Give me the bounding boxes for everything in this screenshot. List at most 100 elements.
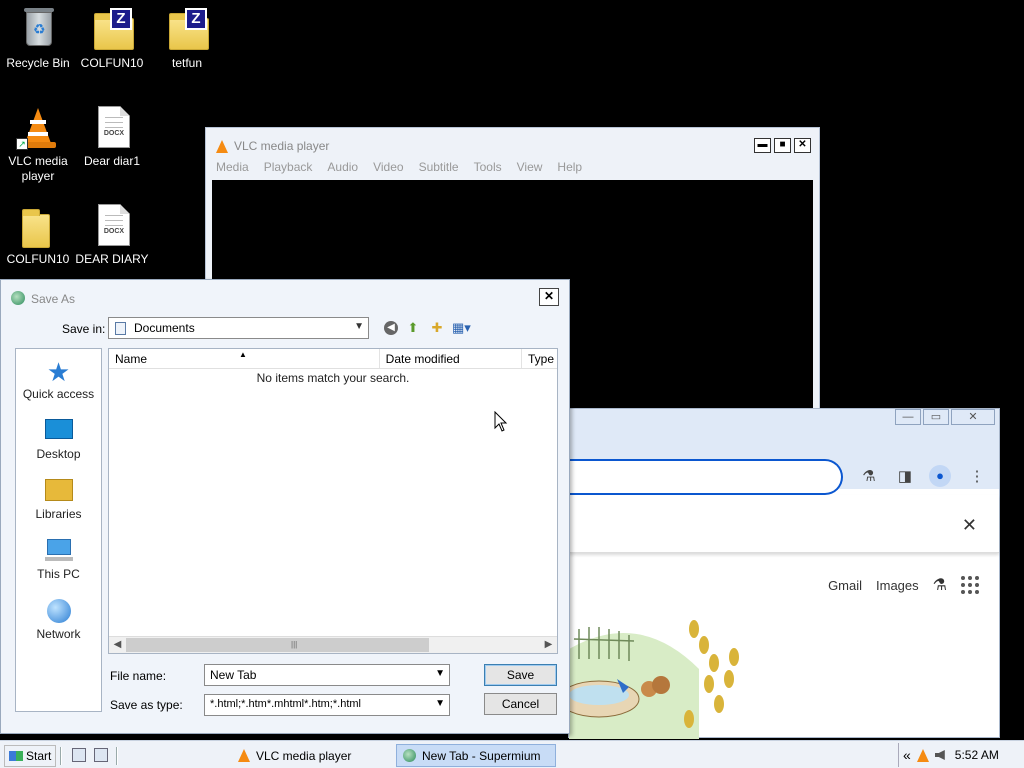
column-type[interactable]: Type <box>522 349 557 368</box>
horizontal-scrollbar[interactable]: ◀ ||| ▶ <box>109 636 557 653</box>
minimize-button[interactable]: ▬ <box>754 138 771 153</box>
star-icon: ★ <box>46 357 71 387</box>
chevron-down-icon[interactable]: ▼ <box>435 698 445 709</box>
menu-subtitle[interactable]: Subtitle <box>419 160 459 174</box>
maximize-button[interactable]: ■ <box>774 138 791 153</box>
network-globe-icon <box>45 599 73 625</box>
vlc-icon <box>216 139 228 153</box>
vlc-title: VLC media player <box>234 139 330 153</box>
start-button[interactable]: Start <box>4 745 57 767</box>
folder-zip-icon: Z <box>165 8 209 52</box>
task-label: VLC media player <box>256 748 352 763</box>
chevron-down-icon[interactable]: ▼ <box>435 668 445 679</box>
desktop-icon-colfun10-zip[interactable]: Z COLFUN10 <box>74 8 150 71</box>
save-as-type-dropdown[interactable]: *.html;*.htm*.mhtml*.htm;*.html ▼ <box>204 694 450 716</box>
taskbar-item-browser[interactable]: New Tab - Supermium <box>396 744 556 767</box>
save-as-type-value: *.html;*.htm*.mhtml*.htm;*.html <box>210 698 361 710</box>
desktop-icon-recycle-bin[interactable]: ♻ Recycle Bin <box>0 8 76 71</box>
file-list-header: Name Date modified Type ▲ <box>109 349 557 369</box>
desktop-icon-label: DEAR DIARY <box>75 252 149 266</box>
view-menu-icon[interactable]: ▦▾ <box>452 320 471 336</box>
vlc-tray-icon[interactable] <box>916 748 929 762</box>
save-as-dialog: Save As ✕ Save in: Documents ▼ ◀ ⬆ ✚ ▦▾ … <box>0 279 570 734</box>
menu-view[interactable]: View <box>517 160 543 174</box>
system-tray: « 5:52 AM <box>898 743 1024 767</box>
file-name-input[interactable]: New Tab ▼ <box>204 664 450 686</box>
column-date-modified[interactable]: Date modified <box>380 349 522 368</box>
menu-kebab-icon[interactable]: ⋮ <box>965 465 989 489</box>
save-as-type-label: Save as type: <box>110 698 183 712</box>
scroll-right-icon[interactable]: ▶ <box>541 638 556 652</box>
places-bar: ★ Quick access Desktop Libraries This PC… <box>15 348 102 712</box>
menu-audio[interactable]: Audio <box>327 160 358 174</box>
desktop-icon-colfun10-folder[interactable]: COLFUN10 <box>0 204 76 267</box>
tray-chevron-icon[interactable]: « <box>903 747 911 763</box>
place-quick-access[interactable]: ★ Quick access <box>16 349 101 409</box>
vlc-icon <box>238 749 250 762</box>
info-bar-close-icon[interactable]: ✕ <box>962 515 977 536</box>
new-folder-icon[interactable]: ✚ <box>428 320 446 336</box>
dialog-close-button[interactable]: ✕ <box>539 288 559 306</box>
cancel-button[interactable]: Cancel <box>484 693 557 715</box>
browser-minimize-button[interactable]: — <box>895 409 921 425</box>
scroll-left-icon[interactable]: ◀ <box>110 638 125 652</box>
profile-avatar[interactable]: ● <box>929 465 953 489</box>
file-list[interactable]: Name Date modified Type ▲ No items match… <box>108 348 558 654</box>
desktop-icon-dear-diary[interactable]: DOCX DEAR DIARY <box>74 204 150 267</box>
file-name-value: New Tab <box>210 668 257 682</box>
up-folder-icon[interactable]: ⬆ <box>404 320 422 336</box>
desktop-icon-label: Dear diar1 <box>83 154 141 168</box>
desktop-icon <box>44 419 73 445</box>
docx-icon: DOCX <box>90 106 134 150</box>
place-this-pc[interactable]: This PC <box>16 529 101 589</box>
speaker-icon[interactable] <box>934 750 945 760</box>
desktop-icon-label: VLC media player <box>8 154 68 183</box>
dialog-title-bar[interactable]: Save As ✕ <box>1 280 569 316</box>
browser-close-button[interactable]: ✕ <box>951 409 995 425</box>
switch-windows-icon[interactable] <box>94 748 108 762</box>
close-button[interactable]: ✕ <box>794 138 811 153</box>
save-button[interactable]: Save <box>484 664 557 686</box>
sort-ascending-icon: ▲ <box>239 350 247 359</box>
menu-playback[interactable]: Playback <box>264 160 313 174</box>
desktop-icon-dear-diar1[interactable]: DOCX Dear diar1 <box>74 106 150 169</box>
place-libraries[interactable]: Libraries <box>16 469 101 529</box>
browser-globe-icon <box>11 291 25 305</box>
show-desktop-icon[interactable] <box>72 748 86 762</box>
info-bar <box>569 495 999 553</box>
place-label: Desktop <box>36 447 81 461</box>
browser-globe-icon <box>403 749 416 762</box>
taskbar-item-vlc[interactable]: VLC media player <box>232 744 390 767</box>
save-in-dropdown[interactable]: Documents ▼ <box>108 317 369 339</box>
side-panel-icon[interactable]: ◨ <box>893 465 917 489</box>
back-icon[interactable]: ◀ <box>384 321 398 335</box>
labs-flask-icon[interactable]: ⚗ <box>857 465 881 489</box>
desktop-icon-vlc[interactable]: ↗ VLC media player <box>0 106 76 184</box>
browser-maximize-button[interactable]: ▭ <box>923 409 949 425</box>
vlc-title-bar[interactable]: VLC media player <box>206 128 819 164</box>
menu-help[interactable]: Help <box>557 160 582 174</box>
desktop-icon-tetfun[interactable]: Z tetfun <box>149 8 225 71</box>
mouse-cursor-icon <box>494 411 508 432</box>
menu-tools[interactable]: Tools <box>474 160 502 174</box>
place-label: Quick access <box>22 387 95 401</box>
browser-window: — ▭ ✕ ⚗ ◨ ● ⋮ ✕ Gmail Images ⚗ <box>568 408 1000 739</box>
menu-media[interactable]: Media <box>216 160 249 174</box>
place-network[interactable]: Network <box>16 589 101 649</box>
gmail-link[interactable]: Gmail <box>828 578 862 593</box>
place-desktop[interactable]: Desktop <box>16 409 101 469</box>
apps-grid-icon[interactable] <box>961 576 979 594</box>
libraries-icon <box>44 479 73 505</box>
windows-flag-icon <box>9 751 23 761</box>
empty-message: No items match your search. <box>256 371 410 385</box>
google-doodle[interactable] <box>569 609 749 739</box>
images-link[interactable]: Images <box>876 578 919 593</box>
address-bar[interactable] <box>569 459 843 495</box>
scrollbar-thumb[interactable]: ||| <box>126 638 429 652</box>
docx-icon: DOCX <box>90 204 134 248</box>
desktop-icon-label: Recycle Bin <box>6 56 70 70</box>
clock[interactable]: 5:52 AM <box>955 748 999 762</box>
desktop-icon-label: tetfun <box>171 56 203 70</box>
labs-icon[interactable]: ⚗ <box>933 575 947 595</box>
menu-video[interactable]: Video <box>373 160 403 174</box>
